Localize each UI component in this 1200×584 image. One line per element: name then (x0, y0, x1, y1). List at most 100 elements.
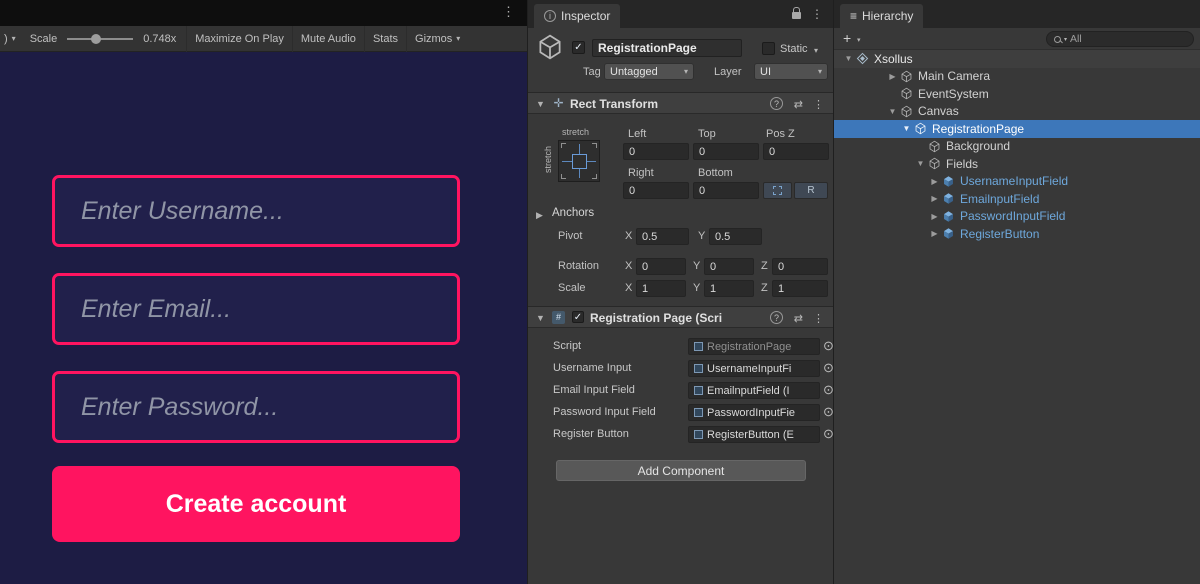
foldout-icon[interactable]: ▶ (886, 72, 899, 81)
password-input-object-field[interactable]: PasswordInputFie (688, 404, 820, 421)
anchor-stretch-horizontal-label: stretch (562, 127, 589, 137)
game-menu-kebab-icon[interactable]: ⋮ (502, 4, 515, 20)
rect-transform-header[interactable]: ▼ ✛ Rect Transform ? ⇄ ⋮ (528, 92, 833, 114)
layer-value: UI (760, 66, 771, 78)
gizmos-dropdown[interactable]: Gizmos ▾ (406, 26, 474, 52)
scale-slider-knob[interactable] (91, 34, 101, 44)
scale-slider[interactable] (67, 38, 133, 40)
script-property-label: Script (553, 340, 581, 352)
tab-inspector[interactable]: Inspector (534, 4, 620, 28)
right-field[interactable]: 0 (623, 182, 689, 199)
presets-icon[interactable]: ⇄ (794, 312, 803, 325)
left-field[interactable]: 0 (623, 143, 689, 160)
email-input[interactable]: Enter Email... (52, 273, 460, 345)
hierarchy-search-input[interactable]: ▾ All (1046, 31, 1194, 47)
static-checkbox[interactable] (762, 42, 775, 55)
anchor-preset-widget[interactable] (558, 140, 600, 182)
foldout-icon[interactable]: ▶ (928, 177, 941, 186)
tree-row-label: RegistrationPage (932, 122, 1024, 136)
tree-row-main-camera[interactable]: ▶ Main Camera (834, 68, 1200, 86)
create-object-caret-icon[interactable]: ▾ (857, 36, 861, 44)
help-icon[interactable]: ? (770, 97, 783, 110)
tree-row-canvas[interactable]: ▼ Canvas (834, 103, 1200, 121)
tree-row-fields[interactable]: ▼ Fields (834, 155, 1200, 173)
rotation-x-field[interactable]: 0 (636, 258, 686, 275)
script-foldout-icon[interactable]: ▼ (536, 313, 545, 323)
object-value: UsernameInputFi (707, 363, 791, 375)
search-icon (1054, 36, 1061, 43)
component-kebab-icon[interactable]: ⋮ (813, 312, 824, 325)
hierarchy-tabbar: ≡ Hierarchy (834, 0, 1200, 28)
foldout-icon[interactable]: ▼ (900, 124, 913, 133)
layer-dropdown[interactable]: UI ▾ (754, 63, 828, 80)
scale-y-field[interactable]: 1 (704, 280, 754, 297)
pivot-x-field[interactable]: 0.5 (636, 228, 689, 245)
anchors-foldout-icon[interactable]: ▶ (536, 210, 543, 221)
add-component-button[interactable]: Add Component (556, 460, 806, 481)
tree-row-background[interactable]: Background (834, 138, 1200, 156)
hierarchy-tree: ▼ Xsollus ▶ Main Camera EventSystem (834, 50, 1200, 243)
username-input[interactable]: Enter Username... (52, 175, 460, 247)
lock-icon[interactable] (792, 12, 801, 19)
create-object-button[interactable]: + (843, 30, 851, 46)
rect-transform-foldout-icon[interactable]: ▼ (536, 99, 545, 109)
rotation-y-field[interactable]: 0 (704, 258, 754, 275)
maximize-on-play-button[interactable]: Maximize On Play (186, 26, 292, 52)
gameobject-active-checkbox[interactable]: ✓ (572, 41, 585, 54)
scale-y-label: Y (693, 282, 700, 294)
anchors-label[interactable]: Anchors (552, 207, 594, 219)
tree-row-registrationpage[interactable]: ▼ RegistrationPage (834, 120, 1200, 138)
posz-field[interactable]: 0 (763, 143, 829, 160)
display-dropdown[interactable]: ) (4, 33, 8, 45)
gameobject-icon (899, 87, 913, 101)
email-input-object-field[interactable]: EmailnputField (I (688, 382, 820, 399)
search-filter-caret-icon[interactable]: ▾ (1064, 36, 1067, 43)
blueprint-mode-button[interactable] (763, 182, 792, 199)
username-input-object-field[interactable]: UsernameInputFi (688, 360, 820, 377)
top-field[interactable]: 0 (693, 143, 759, 160)
tree-row-eventsystem[interactable]: EventSystem (834, 85, 1200, 103)
rotation-z-field[interactable]: 0 (772, 258, 828, 275)
scale-z-label: Z (761, 282, 768, 294)
help-icon[interactable]: ? (770, 311, 783, 324)
object-value: PasswordInputFie (707, 407, 795, 419)
foldout-icon[interactable]: ▶ (928, 194, 941, 203)
foldout-icon[interactable]: ▼ (914, 159, 927, 168)
rotation-y-label: Y (693, 260, 700, 272)
mute-audio-button[interactable]: Mute Audio (292, 26, 364, 52)
register-button-object-field[interactable]: RegisterButton (E (688, 426, 820, 443)
hierarchy-tab-label: Hierarchy (862, 9, 913, 23)
display-caret-icon[interactable]: ▾ (12, 34, 16, 43)
gameobject-name-field[interactable]: RegistrationPage (592, 39, 742, 57)
create-account-button[interactable]: Create account (52, 466, 460, 542)
tree-row-emailinputfield[interactable]: ▶ EmailnputField (834, 190, 1200, 208)
tree-row-passwordinputfield[interactable]: ▶ PasswordInputField (834, 208, 1200, 226)
script-component-header[interactable]: ▼ # ✓ Registration Page (Scri ? ⇄ ⋮ (528, 306, 833, 328)
presets-icon[interactable]: ⇄ (794, 98, 803, 111)
prefab-cube-icon (941, 174, 955, 188)
foldout-icon[interactable]: ▼ (842, 54, 855, 63)
raw-edit-mode-button[interactable]: R (794, 182, 828, 199)
gameobject-icon (899, 69, 913, 83)
foldout-icon[interactable]: ▶ (928, 212, 941, 221)
inspector-kebab-icon[interactable]: ⋮ (811, 7, 823, 21)
script-enabled-checkbox[interactable]: ✓ (572, 311, 584, 323)
static-caret-icon[interactable]: ▾ (814, 46, 818, 55)
foldout-icon[interactable]: ▼ (886, 107, 899, 116)
foldout-icon[interactable]: ▶ (928, 229, 941, 238)
scale-z-field[interactable]: 1 (772, 280, 828, 297)
script-object-field[interactable]: RegistrationPage (688, 338, 820, 355)
component-kebab-icon[interactable]: ⋮ (813, 98, 824, 111)
password-input[interactable]: Enter Password... (52, 371, 460, 443)
scale-x-field[interactable]: 1 (636, 280, 686, 297)
tab-hierarchy[interactable]: ≡ Hierarchy (840, 4, 923, 28)
tag-dropdown[interactable]: Untagged ▾ (604, 63, 694, 80)
tree-row-registerbutton[interactable]: ▶ RegisterButton (834, 225, 1200, 243)
tree-row-usernameinputfield[interactable]: ▶ UsernameInputField (834, 173, 1200, 191)
pivot-y-field[interactable]: 0.5 (709, 228, 762, 245)
tree-row-scene[interactable]: ▼ Xsollus (834, 50, 1200, 68)
stats-button[interactable]: Stats (364, 26, 406, 52)
pivot-label: Pivot (558, 230, 582, 242)
gameobject-icon (899, 104, 913, 118)
bottom-field[interactable]: 0 (693, 182, 759, 199)
